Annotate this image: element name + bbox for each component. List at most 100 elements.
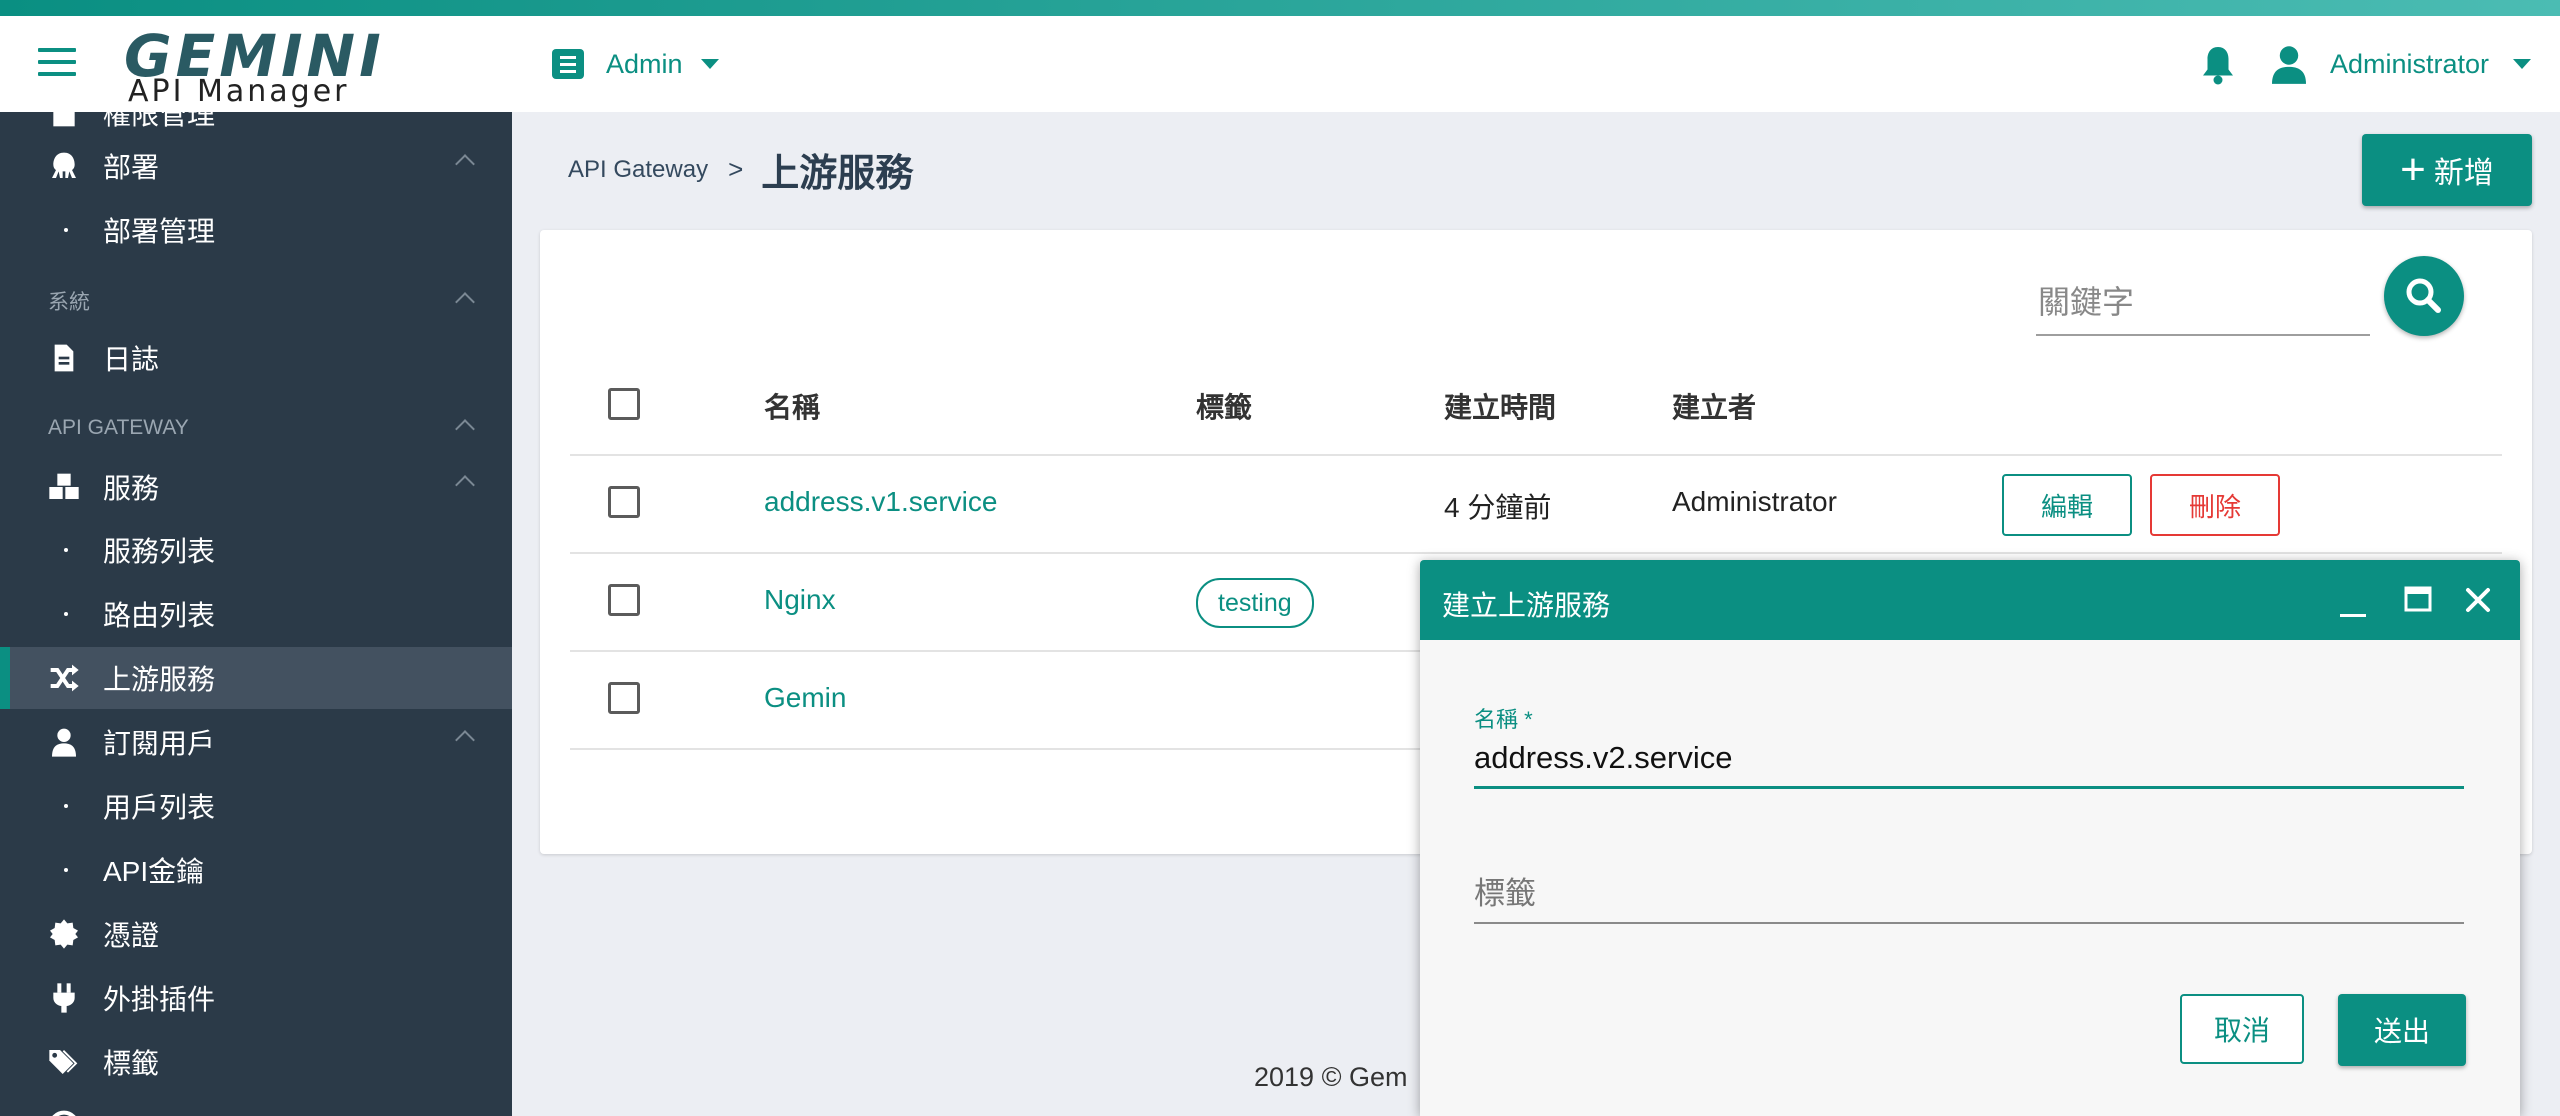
sidebar-item-route-list[interactable]: 路由列表 [0, 583, 512, 645]
plus-icon: + [2400, 145, 2426, 194]
document-icon [54, 344, 74, 372]
sidebar-item-label: 路由列表 [103, 600, 216, 631]
table-divider [570, 454, 2502, 456]
sidebar-item-api-keys[interactable]: API金鑰 [0, 839, 512, 901]
delete-button[interactable]: 刪除 [2150, 474, 2280, 536]
name-field[interactable] [1474, 730, 2464, 789]
chevron-up-icon[interactable] [455, 475, 475, 495]
select-all-checkbox[interactable] [608, 388, 640, 420]
sidebar-item-label: 憑證 [103, 920, 160, 951]
sidebar-item-label: 日誌 [103, 344, 160, 375]
chevron-up-icon[interactable] [455, 292, 475, 312]
sidebar-section-api-gateway: API GATEWAY [48, 408, 488, 448]
sidebar: 權限管理 部署 部署管理 系統 日誌 API GATEWAY 服務 服務列表 路… [0, 112, 512, 1116]
sidebar-item-label: API金鑰 [103, 856, 205, 887]
bullet-icon [64, 804, 68, 808]
sidebar-item-user-list[interactable]: 用戶列表 [0, 775, 512, 837]
top-accent-stripe [0, 0, 2560, 16]
user-icon [52, 728, 76, 757]
sidebar-section-label: API GATEWAY [48, 416, 189, 439]
footer-copyright: 2019 © Gem [1254, 1062, 1408, 1092]
circle-icon [52, 1110, 76, 1116]
maximize-icon[interactable] [2404, 586, 2432, 614]
top-header: GEMINI API Manager Admin Administrator [0, 16, 2560, 112]
sidebar-group-subscribers[interactable]: 訂閱用戶 [0, 711, 512, 773]
bell-icon[interactable] [2200, 44, 2236, 86]
row-name-link[interactable]: address.v1.service [764, 486, 997, 518]
sidebar-item-certificates[interactable]: 憑證 [0, 903, 512, 965]
admin-dropdown[interactable]: Admin [552, 44, 719, 84]
admin-dropdown-label: Admin [606, 48, 683, 79]
cancel-button[interactable]: 取消 [2180, 994, 2304, 1064]
row-checkbox[interactable] [608, 584, 640, 616]
tags-field[interactable] [1474, 866, 2464, 924]
dialog-title: 建立上游服務 [1442, 590, 1611, 621]
logo-sub-text: API Manager [128, 74, 350, 109]
close-icon[interactable] [2464, 586, 2492, 614]
minimize-icon[interactable] [2338, 590, 2368, 620]
breadcrumb-parent[interactable]: API Gateway [568, 156, 708, 184]
sidebar-item-tags[interactable]: 標籤 [0, 1031, 512, 1093]
sidebar-item-plugins[interactable]: 外掛插件 [0, 967, 512, 1029]
sidebar-item-upstream-services[interactable]: 上游服務 [0, 647, 512, 709]
column-header-name[interactable]: 名稱 [764, 386, 820, 426]
sidebar-group-deploy[interactable]: 部署 [0, 135, 512, 197]
sidebar-item-logs[interactable]: 日誌 [0, 327, 512, 389]
bullet-icon [64, 228, 68, 232]
row-created-time: 4 分鐘前 [1444, 492, 1552, 523]
plug-icon [53, 983, 75, 1013]
sidebar-item-label: 外掛插件 [103, 984, 216, 1015]
sidebar-section-system: 系統 [48, 281, 488, 321]
tags-icon [49, 1050, 78, 1074]
sidebar-item-service-list[interactable]: 服務列表 [0, 519, 512, 581]
breadcrumb: API Gateway > 上游服務 [568, 142, 913, 197]
sidebar-item-label: 部署管理 [103, 216, 216, 247]
bullet-icon [64, 868, 68, 872]
sidebar-item-label: 服務 [103, 473, 160, 504]
add-new-button[interactable]: + 新增 [2362, 134, 2532, 206]
chevron-up-icon[interactable] [455, 730, 475, 750]
sidebar-item-label: 標籤 [103, 1048, 160, 1079]
row-checkbox[interactable] [608, 682, 640, 714]
search-button[interactable] [2384, 256, 2464, 336]
sidebar-item-label: 部署 [103, 152, 160, 183]
user-icon [2272, 46, 2306, 84]
page-title: 上游服務 [761, 153, 914, 195]
sidebar-item-cutoff[interactable] [0, 1095, 512, 1116]
search-icon [2406, 278, 2441, 313]
certificate-icon [50, 919, 78, 949]
submit-button[interactable]: 送出 [2338, 994, 2466, 1066]
document-icon [53, 112, 75, 127]
caret-down-icon [700, 59, 719, 69]
row-checkbox[interactable] [608, 486, 640, 518]
caret-down-icon [2513, 59, 2532, 69]
sidebar-group-services[interactable]: 服務 [0, 456, 512, 518]
column-header-creator[interactable]: 建立者 [1672, 386, 1756, 426]
sidebar-item-label: 上游服務 [103, 664, 216, 695]
app-logo[interactable]: GEMINI API Manager [124, 22, 381, 112]
hamburger-menu-icon[interactable] [38, 48, 76, 78]
row-creator: Administrator [1672, 486, 1837, 517]
user-dropdown[interactable]: Administrator [2272, 42, 2532, 86]
chevron-up-icon[interactable] [455, 419, 475, 439]
sidebar-item-label: 服務列表 [103, 536, 216, 567]
sidebar-section-label: 系統 [48, 291, 90, 314]
chevron-up-icon[interactable] [455, 154, 475, 174]
list-icon [552, 49, 584, 79]
shuffle-icon [50, 664, 79, 692]
row-name-link[interactable]: Gemin [764, 682, 846, 714]
create-upstream-dialog: 建立上游服務 名稱 * 取消 送出 [1420, 560, 2520, 1116]
dialog-header[interactable]: 建立上游服務 [1420, 560, 2520, 640]
octopus-icon [52, 152, 76, 178]
sidebar-item-label: 權限管理 [103, 112, 216, 130]
tag-chip[interactable]: testing [1196, 578, 1314, 628]
column-header-tags[interactable]: 標籤 [1196, 386, 1252, 426]
sidebar-item-deploy-management[interactable]: 部署管理 [0, 199, 512, 261]
column-header-created-time[interactable]: 建立時間 [1444, 386, 1556, 426]
bullet-icon [64, 612, 68, 616]
keyword-search-input[interactable] [2036, 270, 2370, 336]
row-name-link[interactable]: Nginx [764, 584, 836, 616]
edit-button[interactable]: 編輯 [2002, 474, 2132, 536]
breadcrumb-separator: > [728, 154, 744, 184]
sidebar-item-label: 訂閱用戶 [103, 728, 216, 759]
